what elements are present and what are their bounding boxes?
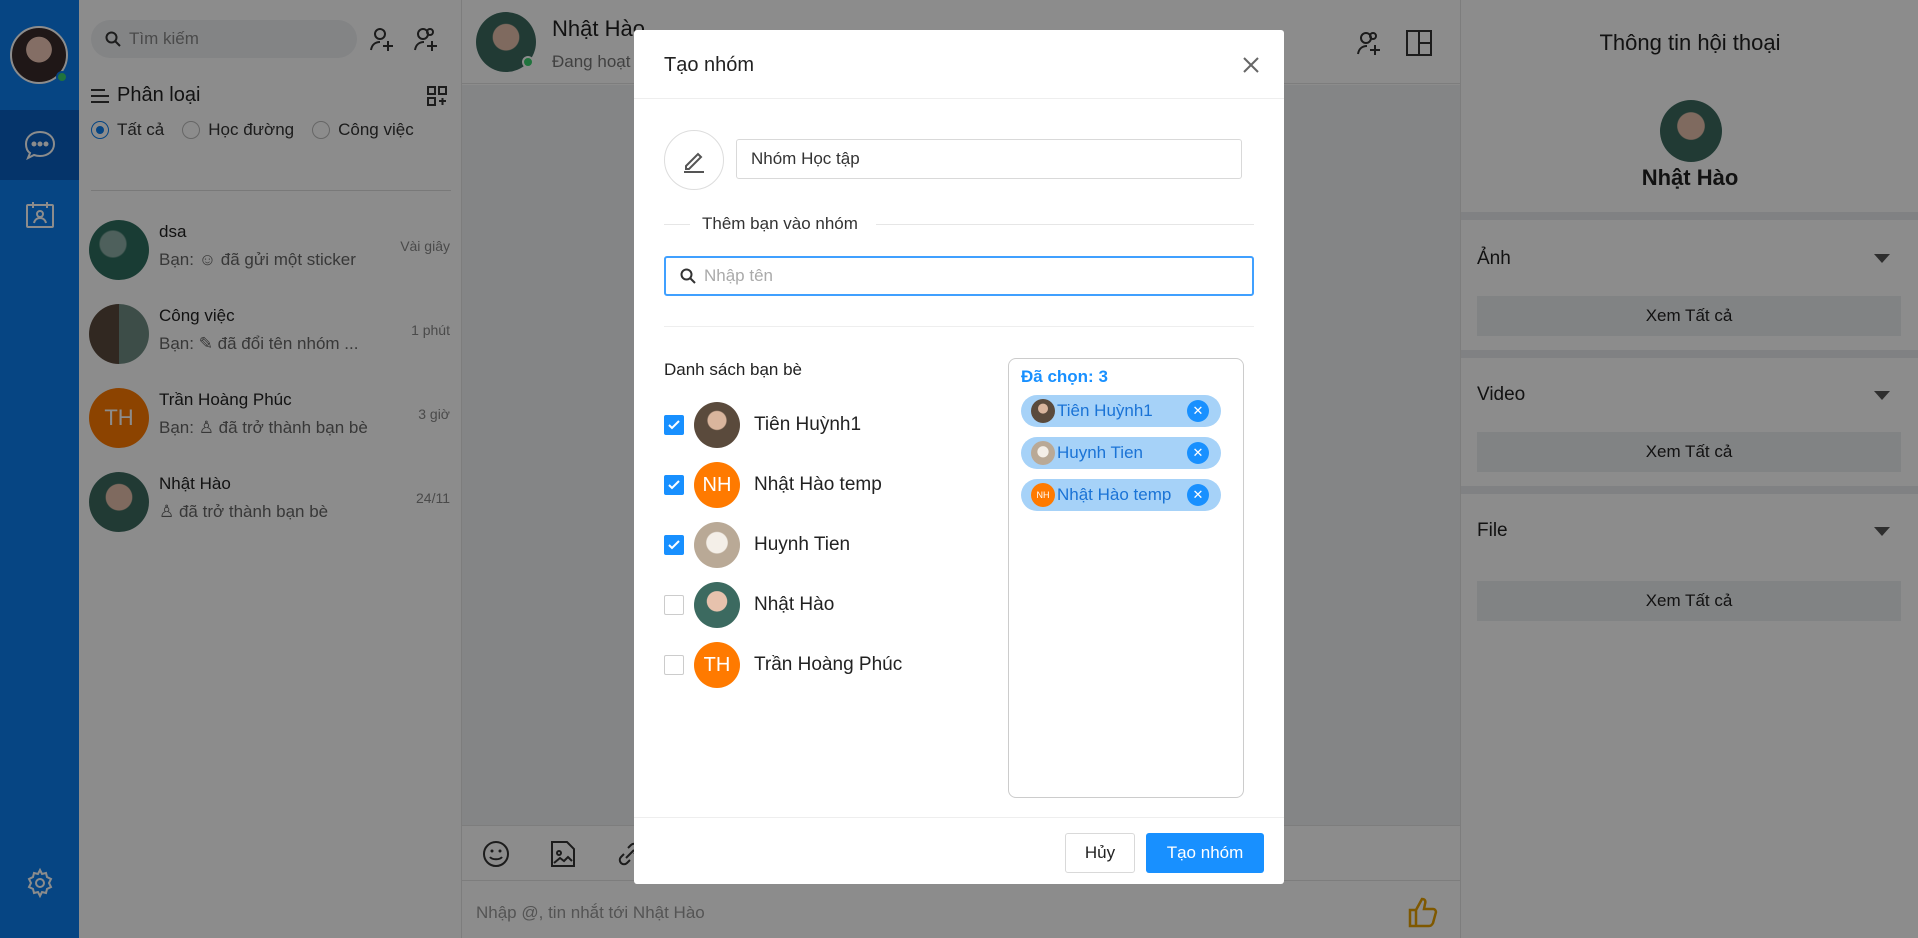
friend-search-box[interactable] <box>664 256 1254 296</box>
checkbox-checked[interactable] <box>664 415 684 435</box>
pencil-icon <box>684 152 704 173</box>
selected-friends-box: Đã chọn: 3 Tiên Huỳnh1 ✕ Huynh Tien ✕ NH… <box>1008 358 1244 798</box>
checkbox[interactable] <box>664 595 684 615</box>
friend-name: Huynh Tien <box>754 534 851 555</box>
create-group-button[interactable]: Tạo nhóm <box>1146 833 1264 873</box>
modal-title: Tạo nhóm <box>664 54 755 76</box>
friends-list-title: Danh sách bạn bè <box>664 360 802 379</box>
divider <box>634 98 1284 99</box>
selected-count: Đã chọn: 3 <box>1021 367 1108 386</box>
friend-avatar <box>694 582 740 628</box>
chip-name: Huynh Tien <box>1057 443 1143 462</box>
chip-name: Nhật Hào temp <box>1057 485 1172 504</box>
friend-item[interactable]: Nhật Hào <box>664 582 964 628</box>
remove-icon[interactable]: ✕ <box>1187 442 1209 464</box>
friend-name: Nhật Hào temp <box>754 474 882 495</box>
selected-chip: NH Nhật Hào temp ✕ <box>1021 479 1221 511</box>
chip-avatar <box>1031 441 1055 465</box>
create-group-modal: Tạo nhóm Thêm bạn vào nhóm Danh sách bạn… <box>634 30 1284 884</box>
friend-avatar <box>694 402 740 448</box>
group-avatar-picker[interactable] <box>664 130 724 190</box>
divider <box>664 326 1254 327</box>
friend-item[interactable]: NH Nhật Hào temp <box>664 462 964 508</box>
friend-avatar: TH <box>694 642 740 688</box>
chip-avatar <box>1031 399 1055 423</box>
search-icon <box>680 268 696 284</box>
close-icon[interactable] <box>1240 54 1262 76</box>
remove-icon[interactable]: ✕ <box>1187 484 1209 506</box>
friend-name: Tiên Huỳnh1 <box>754 414 862 435</box>
friend-avatar: NH <box>694 462 740 508</box>
chip-avatar: NH <box>1031 483 1055 507</box>
cancel-button[interactable]: Hủy <box>1065 833 1135 873</box>
selected-chip: Tiên Huỳnh1 ✕ <box>1021 395 1221 427</box>
checkbox-checked[interactable] <box>664 475 684 495</box>
checkbox[interactable] <box>664 655 684 675</box>
checkbox-checked[interactable] <box>664 535 684 555</box>
friend-avatar <box>694 522 740 568</box>
friend-name: Trần Hoàng Phúc <box>754 654 903 675</box>
divider <box>634 817 1284 818</box>
friend-item[interactable]: Huynh Tien <box>664 522 964 568</box>
chip-name: Tiên Huỳnh1 <box>1057 401 1153 420</box>
friend-search-input[interactable] <box>704 266 1244 286</box>
selected-chip: Huynh Tien ✕ <box>1021 437 1221 469</box>
remove-icon[interactable]: ✕ <box>1187 400 1209 422</box>
friend-item[interactable]: Tiên Huỳnh1 <box>664 402 964 448</box>
friend-name: Nhật Hào <box>754 594 835 615</box>
friend-item[interactable]: TH Trần Hoàng Phúc <box>664 642 964 688</box>
add-friends-divider: Thêm bạn vào nhóm <box>664 212 1254 236</box>
group-name-input[interactable] <box>736 139 1242 179</box>
add-friends-label: Thêm bạn vào nhóm <box>702 214 858 233</box>
